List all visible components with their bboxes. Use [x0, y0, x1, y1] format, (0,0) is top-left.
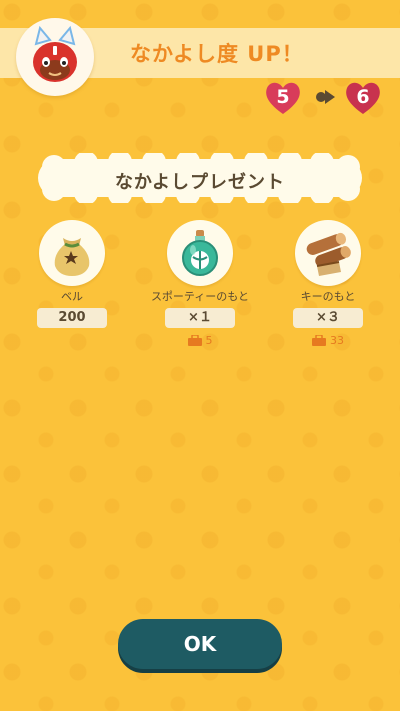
villager-avatar — [16, 18, 94, 96]
arrow-right-icon — [316, 90, 335, 104]
friendship-level-from: 5 — [263, 78, 303, 118]
present-label-cloud: なかよしプレゼント — [24, 150, 376, 206]
wood-logs-icon — [306, 232, 351, 276]
reward-name: スポーティーのもと — [150, 290, 250, 303]
bag-icon — [312, 335, 326, 346]
bag-count: 5 — [140, 334, 260, 347]
sporty-essence-bottle-icon — [182, 230, 218, 276]
page-title: なかよし度 UP！ — [130, 42, 304, 66]
reward-item-bells: ベル 200 — [12, 220, 132, 328]
friendship-level-to: 6 — [343, 78, 383, 118]
background-pattern — [0, 0, 400, 711]
reward-quantity: ×１ — [165, 308, 235, 328]
bag-icon — [187, 335, 202, 346]
reward-quantity: 200 — [37, 308, 107, 328]
reward-icon-frame — [295, 220, 361, 286]
bell-bag-icon — [54, 238, 90, 276]
bag-count-value: 33 — [330, 334, 344, 347]
ok-button[interactable]: OK — [118, 619, 282, 669]
bag-count-value: 5 — [205, 334, 213, 347]
bag-count: 33 — [268, 334, 388, 347]
reward-quantity: ×３ — [293, 308, 363, 328]
reward-item-sporty-essence: スポーティーのもと ×１ 5 — [140, 220, 260, 347]
reward-icon-frame — [39, 220, 105, 286]
reward-name: ベル — [61, 290, 83, 303]
cat-villager-icon — [33, 25, 77, 82]
present-label: なかよしプレゼント — [114, 172, 286, 193]
reward-item-wood-essence: キーのもと ×３ 33 — [268, 220, 388, 347]
reward-name: キーのもと — [300, 290, 356, 303]
friendship-from-value: 5 — [276, 86, 290, 108]
reward-icon-frame — [167, 220, 233, 286]
friendship-to-value: 6 — [356, 86, 370, 108]
